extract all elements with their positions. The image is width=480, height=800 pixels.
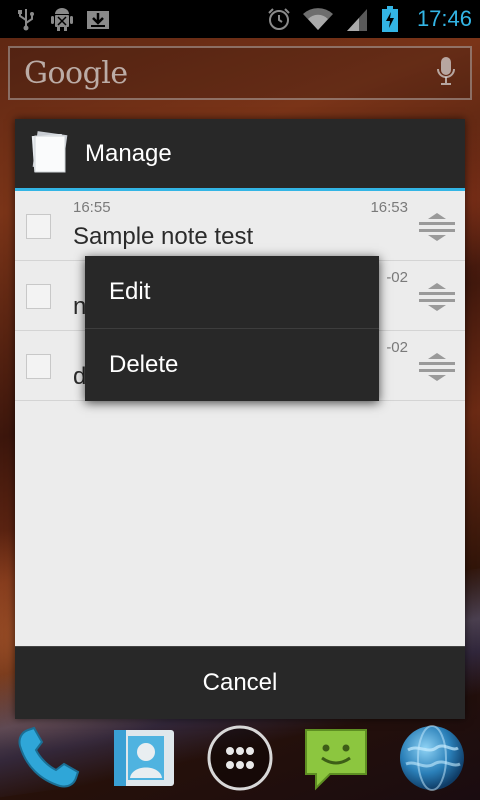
- drag-handle-icon[interactable]: [419, 351, 455, 383]
- alarm-icon: [267, 7, 291, 31]
- phone-icon[interactable]: [12, 722, 84, 794]
- status-bar: 17:46: [0, 0, 480, 38]
- signal-icon: [345, 7, 369, 31]
- messaging-icon[interactable]: [300, 722, 372, 794]
- item-modified-time: 16:53: [370, 199, 408, 216]
- contacts-icon[interactable]: [108, 722, 180, 794]
- item-checkbox[interactable]: [26, 214, 51, 239]
- item-checkbox[interactable]: [26, 284, 51, 309]
- notes-icon: [29, 130, 71, 178]
- app-drawer-icon[interactable]: [204, 722, 276, 794]
- item-title: Sample note test: [73, 223, 254, 250]
- status-clock: 17:46: [416, 6, 472, 31]
- wifi-icon: [302, 7, 333, 31]
- status-indicators: 17:46: [267, 6, 472, 32]
- status-notifications: [14, 7, 110, 31]
- menu-item-edit[interactable]: Edit: [85, 256, 379, 328]
- item-modified-time: -02: [386, 339, 408, 356]
- dialog-header: Manage: [15, 119, 465, 191]
- item-checkbox[interactable]: [26, 354, 51, 379]
- context-menu: Edit Delete: [85, 256, 379, 401]
- item-modified-time: -02: [386, 269, 408, 286]
- download-icon: [86, 7, 110, 31]
- microphone-icon[interactable]: [436, 55, 456, 91]
- drag-handle-icon[interactable]: [419, 281, 455, 313]
- battery-charging-icon: [381, 6, 399, 32]
- dialog-title: Manage: [85, 139, 172, 167]
- item-created-time: 16:55: [73, 199, 111, 216]
- home-dock: [0, 715, 480, 800]
- browser-icon[interactable]: [396, 722, 468, 794]
- google-search-bar[interactable]: Google: [8, 46, 472, 100]
- cancel-button[interactable]: Cancel: [15, 647, 465, 719]
- manage-dialog: Manage 16:55 16:53 Sample note test -02 …: [15, 119, 465, 719]
- menu-item-delete[interactable]: Delete: [85, 328, 379, 400]
- usb-icon: [14, 7, 38, 31]
- drag-handle-icon[interactable]: [419, 211, 455, 243]
- android-debug-icon: [50, 7, 74, 31]
- google-logo: Google: [24, 55, 128, 91]
- dialog-footer: Cancel: [15, 646, 465, 719]
- list-item[interactable]: 16:55 16:53 Sample note test: [15, 191, 465, 261]
